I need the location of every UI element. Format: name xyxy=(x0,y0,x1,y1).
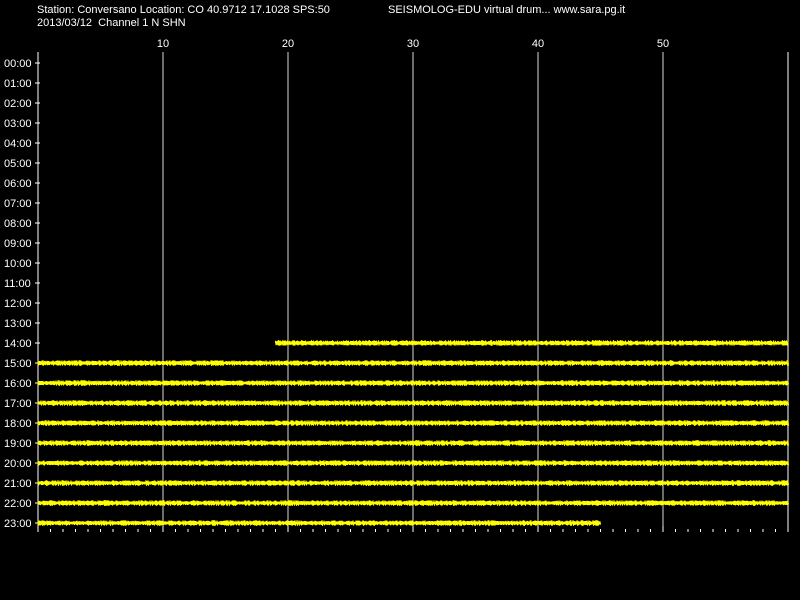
x-tick-label-50: 50 xyxy=(657,38,669,50)
row-label-1600: 16:00 xyxy=(4,378,32,390)
row-label-1500: 15:00 xyxy=(4,358,32,370)
x-tick-label-10: 10 xyxy=(157,38,169,50)
row-label-0200: 02:00 xyxy=(4,98,32,110)
row-label-2100: 21:00 xyxy=(4,478,32,490)
row-label-1100: 11:00 xyxy=(4,278,31,290)
trace-1400 xyxy=(275,340,789,346)
row-label-0300: 03:00 xyxy=(4,118,32,130)
row-label-0400: 04:00 xyxy=(4,138,32,150)
row-label-0100: 01:00 xyxy=(4,78,32,90)
trace-2300 xyxy=(37,520,601,526)
row-label-1200: 12:00 xyxy=(4,298,32,310)
row-label-2300: 23:00 xyxy=(4,518,32,530)
row-label-1800: 18:00 xyxy=(4,418,32,430)
row-label-2200: 22:00 xyxy=(4,498,32,510)
row-label-0700: 07:00 xyxy=(4,198,32,210)
row-label-0600: 06:00 xyxy=(4,178,32,190)
row-label-1300: 13:00 xyxy=(4,318,32,330)
seismogram-chart: 10 20 30 40 50 00:00 01:00 02:00 03:00 04:00 05:00… xyxy=(4,38,789,532)
row-label-1700: 17:00 xyxy=(4,398,32,410)
row-label-1400: 14:00 xyxy=(4,338,32,350)
row-label-0800: 08:00 xyxy=(4,218,32,230)
trace-1700 xyxy=(37,400,789,406)
row-label-1000: 10:00 xyxy=(4,258,32,270)
row-label-0500: 05:00 xyxy=(4,158,32,170)
trace-1800 xyxy=(37,420,789,426)
row-label-0900: 09:00 xyxy=(4,238,32,250)
x-tick-label-20: 20 xyxy=(282,38,294,50)
x-tick-label-40: 40 xyxy=(532,38,544,50)
row-label-0000: 00:00 xyxy=(4,58,32,70)
row-label-2000: 20:00 xyxy=(4,458,32,470)
x-tick-label-30: 30 xyxy=(407,38,419,50)
row-label-1900: 19:00 xyxy=(4,438,32,450)
trace-1900 xyxy=(37,440,789,446)
